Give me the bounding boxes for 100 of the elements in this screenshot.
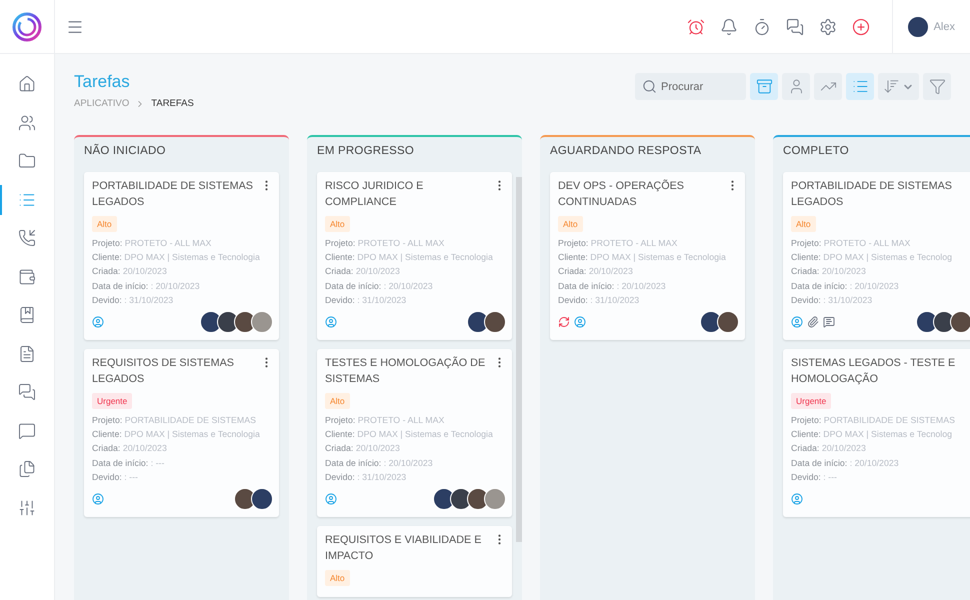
task-detail: Criada: 20/10/2023 [92, 442, 168, 456]
task-detail: Criada: 20/10/2023 [92, 265, 168, 278]
task-card[interactable]: DEV OPS - OPERAÇÕES CONTINUADAS Alto Projeto: PROTETO - ALL MAX Cliente: DPO MAX | Sistemas e Tecnologia Criada: 20/10/2023 Data de início: : 20/10/2023 Devido: : 31/10/2023 [550, 172, 745, 340]
task-detail: Devido: : 31/10/2023 [325, 294, 408, 307]
page-title: Tarefas [74, 72, 131, 92]
search-icon [642, 79, 657, 94]
assignee-avatar[interactable] [467, 311, 489, 334]
task-detail: Data de início: : --- [92, 456, 166, 470]
archive-icon [756, 78, 772, 95]
assignee-avatar[interactable] [916, 311, 938, 334]
column-title: COMPLETO [783, 145, 850, 157]
task-title: PORTABILIDADE DE SISTEMAS LEGADOS [92, 179, 254, 210]
task-detail: Data de início: : 20/10/2023 [92, 280, 201, 293]
task-detail: Criada: 20/10/2023 [791, 442, 867, 456]
folder-icon [18, 152, 36, 170]
priority-tag: Alto [325, 393, 350, 410]
user-icon[interactable] [791, 316, 803, 328]
task-detail: Projeto: PROTETO - ALL MAX [92, 237, 212, 250]
user-icon[interactable] [791, 493, 803, 506]
assignee-avatar[interactable] [484, 311, 506, 334]
chat-icon [18, 383, 36, 401]
user-icon[interactable] [574, 316, 586, 328]
wallet-icon [18, 268, 36, 286]
sort-icon [883, 78, 900, 95]
priority-tag: Alto [325, 216, 350, 232]
users-icon [18, 114, 36, 132]
task-detail: Devido: : 31/10/2023 [92, 294, 174, 307]
task-card[interactable]: SISTEMAS LEGADOS - TESTE E HOMOLOGAÇÃO Urgente Projeto: PORTABILIDADE DE SISTEMAS Cliente: DPO MAX | Sistemas e Tecnolog Criada: 20/10/2023 Data de início: : 20/10/2023 Devido: : --- [783, 349, 970, 518]
task-card[interactable]: TESTES E HOMOLOGAÇÃO DE SISTEMAS Alto Projeto: PROTETO - ALL MAX Cliente: DPO MAX | Sistemas e Tecnologia Criada: 20/10/2023 Data de início: : 20/10/2023 Devido: : 31/10/2023 [317, 349, 512, 518]
column-title: NÃO INICIADO [84, 145, 167, 157]
task-detail: Data de início: : 20/10/2023 [325, 280, 434, 293]
task-detail: Data de início: : 20/10/2023 [325, 456, 434, 470]
task-detail: Projeto: PROTETO - ALL MAX [325, 414, 446, 428]
task-card[interactable]: RISCO JURIDICO E COMPLIANCE Alto Projeto: PROTETO - ALL MAX Cliente: DPO MAX | Sistemas e Tecnologia Criada: 20/10/2023 Data de início: : 20/10/2023 Devido: : 31/10/2023 [317, 172, 512, 340]
user-icon[interactable] [325, 493, 337, 506]
stopwatch-icon [752, 18, 771, 36]
assignee-avatar[interactable] [700, 311, 722, 334]
task-detail: Criada: 20/10/2023 [325, 442, 401, 456]
assignee-avatar[interactable] [717, 311, 739, 334]
user-icon[interactable] [92, 316, 104, 328]
task-detail: Projeto: PORTABILIDADE DE SISTEMAS [791, 414, 956, 428]
task-detail: Criada: 20/10/2023 [791, 265, 867, 278]
task-detail: Projeto: PORTABILIDADE DE SISTEMAS [92, 414, 257, 428]
plus-circle-icon [852, 18, 870, 36]
task-card[interactable]: PORTABILIDADE DE SISTEMAS LEGADOS Alto Projeto: PROTETO - ALL MAX Cliente: DPO MAX | Sistemas e Tecnolog Criada: 20/10/2023 Data de início: : 20/10/2023 Devido: : 31/10/2023 [783, 172, 970, 340]
user-icon[interactable] [325, 316, 337, 328]
column-title: EM PROGRESSO [317, 145, 415, 157]
sync-icon[interactable] [558, 316, 570, 328]
assignee-avatar[interactable] [251, 488, 273, 510]
task-detail: Projeto: PROTETO - ALL MAX [791, 237, 912, 250]
breadcrumb-item: TAREFAS [151, 98, 194, 109]
priority-tag: Alto [92, 216, 117, 232]
comment-icon[interactable] [823, 316, 835, 328]
document-icon [18, 344, 36, 362]
task-detail: Data de início: : 20/10/2023 [791, 280, 900, 293]
task-detail: Devido: : 31/10/2023 [558, 294, 640, 307]
task-detail: Cliente: DPO MAX | Sistemas e Tecnologia [92, 428, 261, 442]
message-icon [18, 422, 36, 440]
priority-tag: Alto [791, 216, 816, 232]
assignee-avatar[interactable] [234, 488, 256, 510]
assignee-avatar[interactable] [200, 311, 222, 334]
task-title: TESTES E HOMOLOGAÇÃO DE SISTEMAS [325, 356, 486, 387]
home-icon [18, 75, 36, 93]
filter-button[interactable] [923, 73, 951, 100]
task-title: REQUISITOS E VIABILIDADE E IMPACTO [325, 533, 482, 564]
sort-button[interactable] [878, 73, 919, 100]
task-detail: Cliente: DPO MAX | Sistemas e Tecnologia [558, 251, 727, 264]
task-detail: Cliente: DPO MAX | Sistemas e Tecnologia [325, 251, 494, 264]
user-button[interactable] [782, 73, 810, 100]
bookmark-book-icon [18, 306, 36, 324]
bell-icon [720, 18, 738, 36]
files-icon [18, 460, 36, 478]
column-title: AGUARDANDO RESPOSTA [550, 145, 702, 157]
user-avatar[interactable] [906, 16, 929, 38]
assignee-avatar[interactable] [950, 311, 970, 334]
task-detail: Cliente: DPO MAX | Sistemas e Tecnolog [791, 251, 954, 264]
priority-tag: Alto [325, 570, 350, 586]
scrollbar[interactable] [516, 177, 522, 542]
priority-tag: Alto [558, 216, 583, 232]
user-name: Alex [934, 20, 955, 32]
task-card[interactable]: REQUISITOS E VIABILIDADE E IMPACTO Alto [317, 526, 512, 598]
alarm-clock-icon [686, 18, 705, 36]
priority-tag: Urgente [92, 393, 132, 410]
task-title: SISTEMAS LEGADOS - TESTE E HOMOLOGAÇÃO [791, 356, 956, 387]
task-detail: Devido: : --- [791, 470, 838, 484]
assignee-avatar[interactable] [433, 488, 455, 510]
settings-icon [818, 18, 837, 36]
task-detail: Projeto: PROTETO - ALL MAX [325, 237, 446, 250]
task-detail: Cliente: DPO MAX | Sistemas e Tecnolog [791, 428, 954, 442]
search-field[interactable]: Procurar [635, 73, 746, 100]
task-card[interactable]: PORTABILIDADE DE SISTEMAS LEGADOS Alto Projeto: PROTETO - ALL MAX Cliente: DPO MAX | Sistemas e Tecnologia Criada: 20/10/2023 Data de início: : 20/10/2023 Devido: : 31/10/2023 [84, 172, 279, 340]
task-detail: Data de início: : 20/10/2023 [791, 456, 900, 470]
user-icon[interactable] [92, 493, 104, 506]
paperclip-icon[interactable] [807, 316, 819, 328]
task-title: PORTABILIDADE DE SISTEMAS LEGADOS [791, 179, 953, 210]
filter-icon [928, 78, 946, 95]
task-detail: Cliente: DPO MAX | Sistemas e Tecnologia [92, 251, 261, 264]
task-title: DEV OPS - OPERAÇÕES CONTINUADAS [558, 179, 685, 210]
task-card[interactable]: REQUISITOS DE SISTEMAS LEGADOS Urgente Projeto: PORTABILIDADE DE SISTEMAS Cliente: DPO MAX | Sistemas e Tecnologia Criada: 20/10/2023 Data de início: : --- Devido: : --- [84, 349, 279, 518]
task-detail: Criada: 20/10/2023 [558, 265, 634, 278]
